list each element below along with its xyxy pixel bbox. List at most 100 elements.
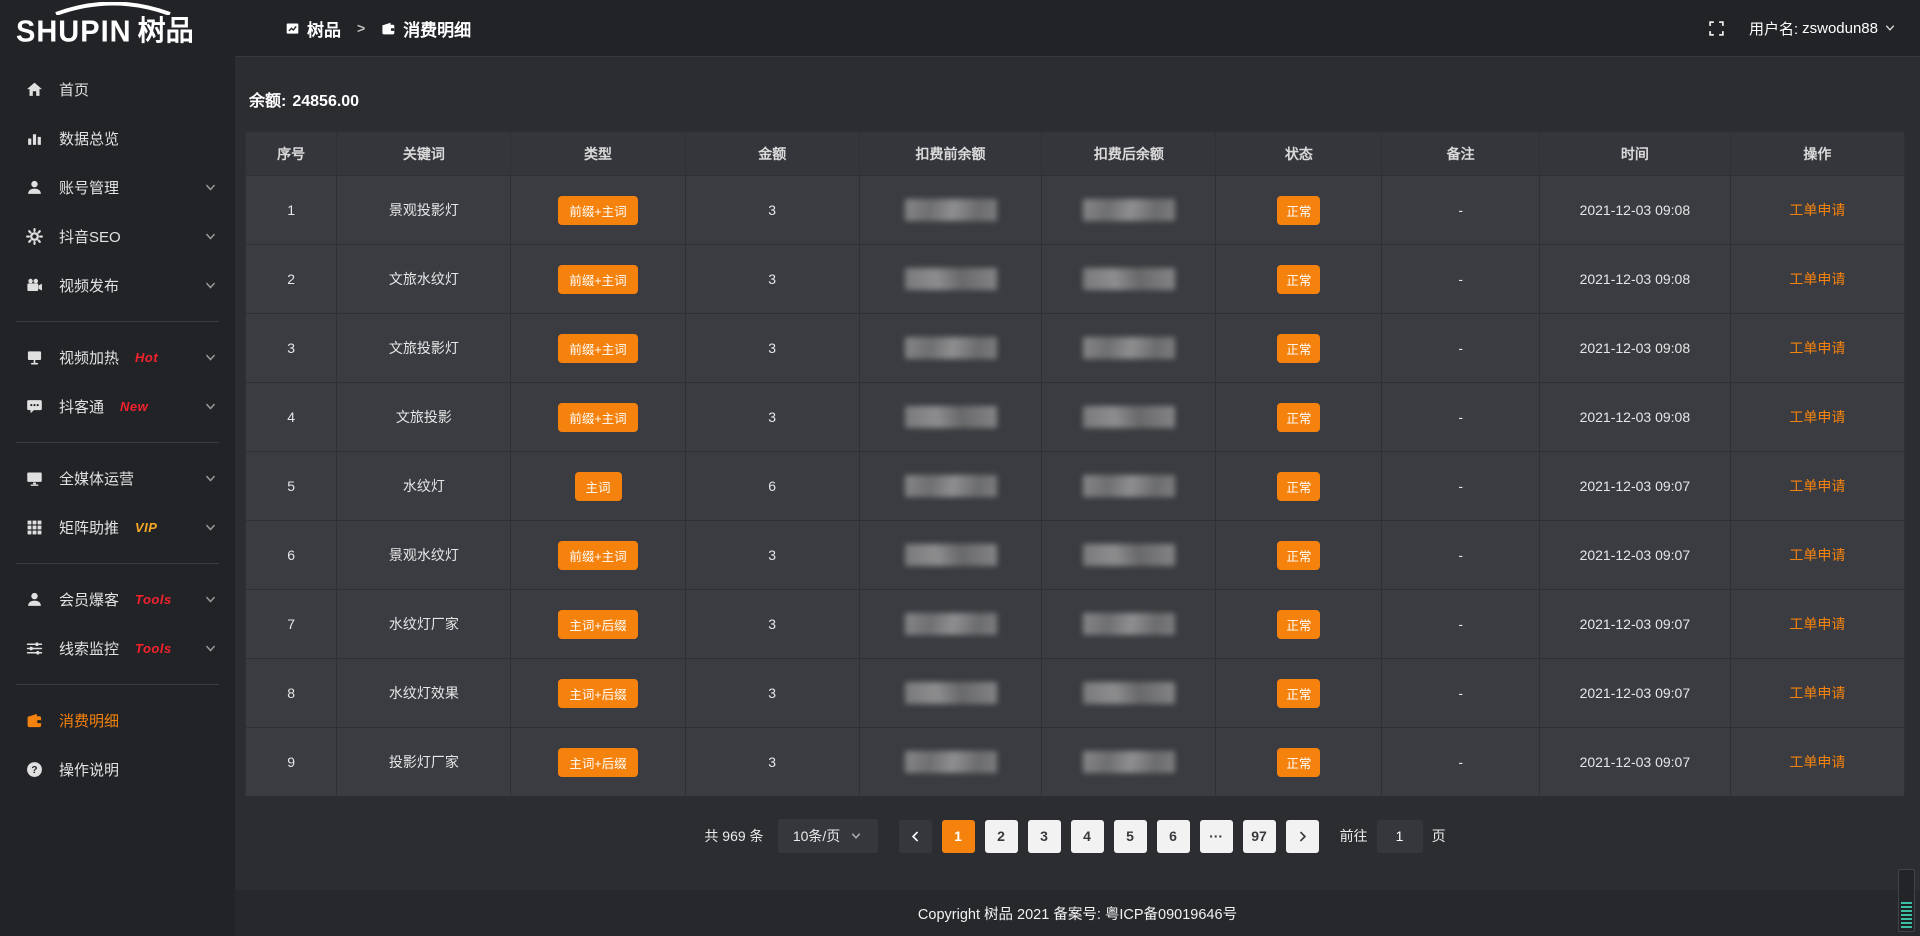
copyright-text: Copyright 树品 2021 备案号: 粤ICP备09019646号 (918, 903, 1237, 924)
app-root: SHUPIN 树品 首页数据总览账号管理抖音SEO视频发布视频加热Hot抖客通N… (0, 0, 1920, 936)
main-area: 树品 > 消费明细 用户名: zswodun88 余额:24856.00 (235, 0, 1920, 936)
goto-page-input[interactable] (1377, 820, 1423, 853)
column-header: 扣费后余额 (1042, 132, 1216, 176)
post-balance-masked (1083, 613, 1175, 635)
remark-cell: - (1458, 271, 1463, 287)
keyword-cell: 景观投影灯 (389, 202, 459, 218)
sidebar-item-12[interactable]: 消费明细 (0, 696, 235, 745)
sidebar-item-10[interactable]: 会员爆客Tools (0, 575, 235, 624)
keyword-cell: 景观水纹灯 (389, 547, 459, 563)
page-button-2[interactable]: 2 (985, 820, 1018, 853)
sidebar-item-3[interactable]: 账号管理 (0, 163, 235, 212)
user-menu[interactable]: 用户名: zswodun88 (1749, 18, 1896, 39)
sidebar-item-11[interactable]: 线索监控Tools (0, 624, 235, 673)
prev-page-button[interactable] (899, 820, 932, 853)
remark-cell: - (1458, 478, 1463, 494)
ticket-request-link[interactable]: 工单申请 (1789, 616, 1845, 632)
ticket-request-link[interactable]: 工单申请 (1789, 340, 1845, 356)
breadcrumb-current-label: 消费明细 (403, 16, 471, 41)
keyword-cell: 水纹灯厂家 (389, 616, 459, 632)
sidebar-item-7[interactable]: 抖客通New (0, 382, 235, 431)
sidebar-item-1[interactable]: 首页 (0, 65, 235, 114)
breadcrumb-home-label: 树品 (307, 16, 341, 41)
amount-cell: 3 (768, 202, 776, 218)
chevron-down-icon (204, 181, 217, 194)
sidebar-item-5[interactable]: 视频发布 (0, 261, 235, 310)
more-pages-button[interactable]: ··· (1200, 820, 1233, 853)
page-button-4[interactable]: 4 (1071, 820, 1104, 853)
sidebar-item-badge: New (120, 399, 148, 414)
status-badge: 正常 (1277, 265, 1320, 294)
status-badge: 正常 (1277, 541, 1320, 570)
balance-value: 24856.00 (292, 93, 359, 110)
ticket-request-link[interactable]: 工单申请 (1789, 271, 1845, 287)
sidebar-menu: 首页数据总览账号管理抖音SEO视频发布视频加热Hot抖客通New 全媒体运营矩阵助… (0, 57, 235, 794)
corner-widget[interactable] (1898, 869, 1915, 932)
table-row: 2文旅水纹灯前缀+主词3正常-2021-12-03 09:08工单申请 (246, 245, 1905, 314)
page-button-97[interactable]: 97 (1243, 820, 1276, 853)
status-badge: 正常 (1277, 748, 1320, 777)
sliders-icon (26, 640, 43, 657)
menu-divider (16, 442, 219, 443)
grid-icon (26, 519, 43, 536)
sidebar-item-badge: Hot (135, 350, 158, 365)
logo: SHUPIN 树品 (0, 0, 235, 57)
column-header: 关键词 (337, 132, 511, 176)
post-balance-masked (1083, 268, 1175, 290)
remark-cell: - (1458, 340, 1463, 356)
type-badge: 前缀+主词 (558, 334, 637, 363)
type-badge: 主词+后缀 (558, 610, 637, 639)
ticket-request-link[interactable]: 工单申请 (1789, 685, 1845, 701)
sidebar-item-2[interactable]: 数据总览 (0, 114, 235, 163)
column-header: 类型 (511, 132, 685, 176)
table-row: 1景观投影灯前缀+主词3正常-2021-12-03 09:08工单申请 (246, 176, 1905, 245)
ticket-request-link[interactable]: 工单申请 (1789, 202, 1845, 218)
page-button-5[interactable]: 5 (1114, 820, 1147, 853)
total-count: 共 969 条 (704, 826, 763, 846)
sidebar-item-label: 全媒体运营 (59, 468, 134, 489)
ticket-request-link[interactable]: 工单申请 (1789, 409, 1845, 425)
sidebar-item-4[interactable]: 抖音SEO (0, 212, 235, 261)
username-label: 用户名: (1749, 18, 1798, 39)
post-balance-masked (1083, 682, 1175, 704)
time-cell: 2021-12-03 09:07 (1580, 754, 1691, 770)
sidebar-item-6[interactable]: 视频加热Hot (0, 333, 235, 382)
sidebar-item-13[interactable]: ?操作说明 (0, 745, 235, 794)
amount-cell: 3 (768, 409, 776, 425)
page-size-select[interactable]: 10条/页 (778, 819, 878, 853)
row-index-cell: 8 (287, 685, 295, 701)
page-button-6[interactable]: 6 (1157, 820, 1190, 853)
stripes-icon (1901, 902, 1912, 928)
keyword-cell: 水纹灯效果 (389, 685, 459, 701)
sidebar-item-8[interactable]: 全媒体运营 (0, 454, 235, 503)
breadcrumb-item-home[interactable]: 树品 (285, 16, 341, 41)
goto-label: 前往 (1340, 826, 1368, 846)
type-badge: 前缀+主词 (558, 541, 637, 570)
table-row: 7水纹灯厂家主词+后缀3正常-2021-12-03 09:07工单申请 (246, 590, 1905, 659)
page-button-1[interactable]: 1 (942, 820, 975, 853)
keyword-cell: 文旅投影灯 (389, 340, 459, 356)
post-balance-masked (1083, 475, 1175, 497)
post-balance-masked (1083, 544, 1175, 566)
fullscreen-icon[interactable] (1708, 20, 1725, 37)
amount-cell: 3 (768, 754, 776, 770)
type-badge: 前缀+主词 (558, 403, 637, 432)
remark-cell: - (1458, 754, 1463, 770)
sidebar-item-9[interactable]: 矩阵助推VIP (0, 503, 235, 552)
balance-label: 余额: (249, 93, 286, 110)
screen-icon (26, 349, 43, 366)
chevron-down-icon (204, 279, 217, 292)
page-button-3[interactable]: 3 (1028, 820, 1061, 853)
breadcrumb-item-current[interactable]: 消费明细 (381, 16, 471, 41)
ticket-request-link[interactable]: 工单申请 (1789, 754, 1845, 770)
ticket-request-link[interactable]: 工单申请 (1789, 547, 1845, 563)
next-page-button[interactable] (1286, 820, 1319, 853)
chevron-down-icon (204, 472, 217, 485)
column-header: 扣费前余额 (859, 132, 1041, 176)
type-badge: 主词 (575, 472, 622, 501)
sidebar-item-label: 首页 (59, 79, 89, 100)
sidebar-item-badge: Tools (135, 641, 172, 656)
row-index-cell: 4 (287, 409, 295, 425)
sidebar-item-label: 操作说明 (59, 759, 119, 780)
ticket-request-link[interactable]: 工单申请 (1789, 478, 1845, 494)
